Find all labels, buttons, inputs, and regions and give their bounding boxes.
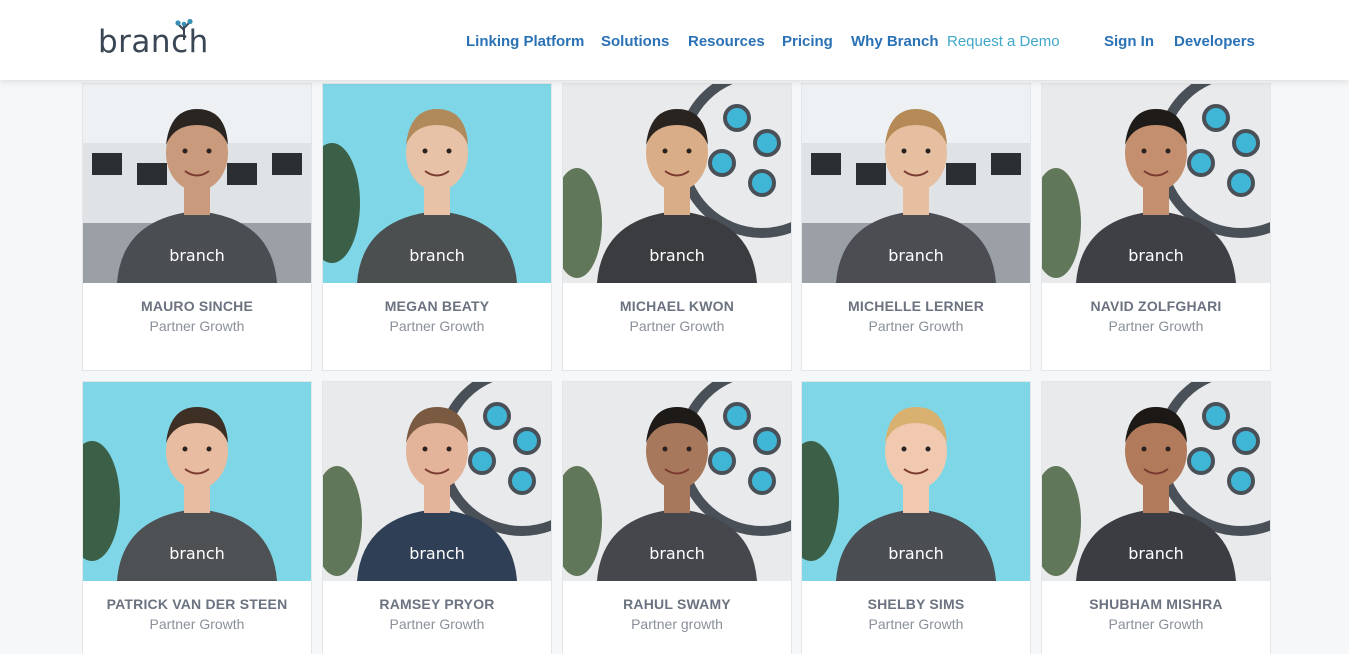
nav-resources[interactable]: Resources bbox=[688, 33, 765, 51]
team-photo: branch bbox=[83, 84, 311, 283]
portrait-image: branch bbox=[83, 84, 311, 283]
portrait-image: branch bbox=[563, 382, 791, 581]
shirt-logo-text: branch bbox=[409, 246, 465, 265]
site-header: branch Linking Platform Solutions Resour… bbox=[0, 0, 1349, 80]
member-name: MICHAEL KWON bbox=[619, 298, 735, 314]
nav-developers[interactable]: Developers bbox=[1174, 33, 1255, 51]
portrait-image: branch bbox=[83, 382, 311, 581]
team-grid: branch MAURO SINCHE Partner Growth branc… bbox=[82, 83, 1271, 654]
portrait-image: branch bbox=[323, 382, 551, 581]
nav-why-branch[interactable]: Why Branch bbox=[851, 33, 939, 51]
nav-sign-in[interactable]: Sign In bbox=[1104, 33, 1154, 51]
member-role: Partner Growth bbox=[389, 318, 485, 334]
member-name: NAVID ZOLFGHARI bbox=[1090, 298, 1222, 314]
member-role: Partner Growth bbox=[149, 318, 245, 334]
shirt-logo-text: branch bbox=[888, 246, 944, 265]
team-card: branch MICHAEL KWON Partner Growth bbox=[562, 83, 792, 371]
team-card: branch SHELBY SIMS Partner Growth bbox=[801, 381, 1031, 654]
team-card: branch MICHELLE LERNER Partner Growth bbox=[801, 83, 1031, 371]
member-role: Partner Growth bbox=[868, 616, 964, 632]
member-role: Partner Growth bbox=[1108, 318, 1204, 334]
shirt-logo-text: branch bbox=[1128, 246, 1184, 265]
team-card: branch SHUBHAM MISHRA Partner Growth bbox=[1041, 381, 1271, 654]
team-photo: branch bbox=[1042, 84, 1270, 283]
team-card: branch NAVID ZOLFGHARI Partner Growth bbox=[1041, 83, 1271, 371]
main-nav: Linking Platform Solutions Resources Pri… bbox=[0, 0, 1349, 80]
nav-solutions[interactable]: Solutions bbox=[601, 33, 669, 51]
team-card: branch RAHUL SWAMY Partner growth bbox=[562, 381, 792, 654]
member-name: PATRICK VAN DER STEEN bbox=[106, 596, 288, 612]
nav-request-demo[interactable]: Request a Demo bbox=[947, 33, 1060, 51]
shirt-logo-text: branch bbox=[649, 246, 705, 265]
portrait-image: branch bbox=[802, 84, 1030, 283]
member-name: RAMSEY PRYOR bbox=[379, 596, 495, 612]
team-card: branch RAMSEY PRYOR Partner Growth bbox=[322, 381, 552, 654]
team-photo: branch bbox=[563, 382, 791, 581]
portrait-image: branch bbox=[563, 84, 791, 283]
portrait-image: branch bbox=[1042, 84, 1270, 283]
member-role: Partner Growth bbox=[868, 318, 964, 334]
team-photo: branch bbox=[802, 84, 1030, 283]
shirt-logo-text: branch bbox=[888, 544, 944, 563]
member-name: MAURO SINCHE bbox=[140, 298, 254, 314]
shirt-logo-text: branch bbox=[1128, 544, 1184, 563]
team-photo: branch bbox=[802, 382, 1030, 581]
shirt-logo-text: branch bbox=[169, 246, 225, 265]
portrait-image: branch bbox=[323, 84, 551, 283]
shirt-logo-text: branch bbox=[169, 544, 225, 563]
nav-linking-platform[interactable]: Linking Platform bbox=[466, 33, 584, 51]
member-role: Partner Growth bbox=[1108, 616, 1204, 632]
team-photo: branch bbox=[323, 382, 551, 581]
portrait-image: branch bbox=[1042, 382, 1270, 581]
member-role: Partner Growth bbox=[149, 616, 245, 632]
member-name: MEGAN BEATY bbox=[384, 298, 490, 314]
member-name: MICHELLE LERNER bbox=[848, 298, 984, 314]
team-card: branch MAURO SINCHE Partner Growth bbox=[82, 83, 312, 371]
member-name: SHUBHAM MISHRA bbox=[1089, 596, 1223, 612]
member-name: RAHUL SWAMY bbox=[623, 596, 731, 612]
team-photo: branch bbox=[1042, 382, 1270, 581]
team-card: branch MEGAN BEATY Partner Growth bbox=[322, 83, 552, 371]
team-photo: branch bbox=[83, 382, 311, 581]
portrait-image: branch bbox=[802, 382, 1030, 581]
member-role: Partner Growth bbox=[389, 616, 485, 632]
team-card: branch PATRICK VAN DER STEEN Partner Gro… bbox=[82, 381, 312, 654]
shirt-logo-text: branch bbox=[409, 544, 465, 563]
member-name: SHELBY SIMS bbox=[867, 596, 965, 612]
shirt-logo-text: branch bbox=[649, 544, 705, 563]
member-role: Partner growth bbox=[631, 616, 723, 632]
team-photo: branch bbox=[323, 84, 551, 283]
team-photo: branch bbox=[563, 84, 791, 283]
member-role: Partner Growth bbox=[629, 318, 725, 334]
nav-pricing[interactable]: Pricing bbox=[782, 33, 833, 51]
